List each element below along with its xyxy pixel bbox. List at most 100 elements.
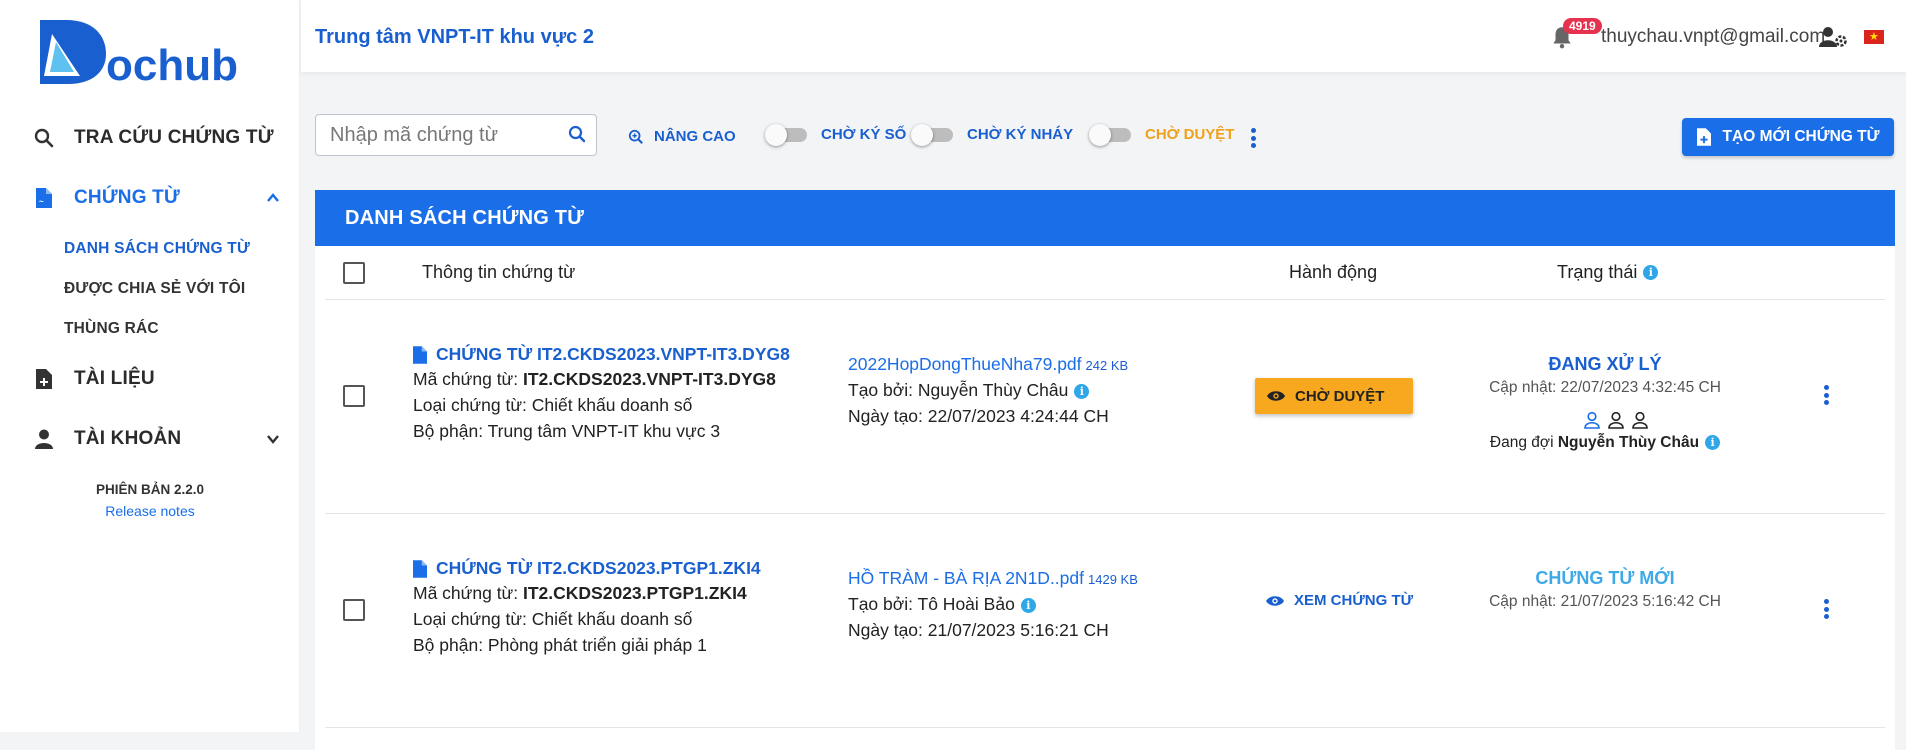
attachment-link[interactable]: 2022HopDongThueNha79.pdf 242 KB xyxy=(848,354,1128,375)
attachment-link[interactable]: HỒ TRÀM - BÀ RỊA 2N1D..pdf 1429 KB xyxy=(848,568,1138,589)
select-all-checkbox[interactable] xyxy=(343,262,365,284)
pdf-file-icon xyxy=(413,559,427,578)
svg-text:ochub: ochub xyxy=(106,41,238,86)
table-row: CHỨNG TỪ IT2.CKDS2023.PTGP1.ZKI4 Mã chứn… xyxy=(325,514,1885,728)
toggle-digital-sign-switch[interactable] xyxy=(765,123,807,146)
chevron-up-icon xyxy=(267,193,279,202)
dochub-logo[interactable]: ochub xyxy=(36,14,246,86)
user-outline-icon[interactable] xyxy=(1583,411,1601,429)
sub-trash[interactable]: THÙNG RÁC xyxy=(64,320,159,338)
document-title-link[interactable]: CHỨNG TỪ IT2.CKDS2023.PTGP1.ZKI4 xyxy=(413,558,761,579)
nav-lookup-label: TRA CỨU CHỨNG TỪ xyxy=(74,127,274,148)
chevron-down-icon xyxy=(267,435,279,444)
document-code: Mã chứng từ: IT2.CKDS2023.PTGP1.ZKI4 xyxy=(413,583,747,603)
document-title: CHỨNG TỪ IT2.CKDS2023.PTGP1.ZKI4 xyxy=(436,558,761,578)
nav-files[interactable]: TÀI LIỆU xyxy=(32,367,155,391)
pdf-file-icon xyxy=(413,345,427,364)
document-department: Bộ phận: Phòng phát triển giải pháp 1 xyxy=(413,635,707,655)
toggle-approve-label: CHỜ DUYỆT xyxy=(1145,126,1235,143)
info-icon[interactable]: i xyxy=(1643,265,1659,280)
svg-text:~: ~ xyxy=(39,197,44,206)
row-checkbox[interactable] xyxy=(343,599,365,621)
create-document-label: TẠO MỚI CHỨNG TỪ xyxy=(1722,128,1880,145)
notification-badge: 4919 xyxy=(1563,18,1602,34)
view-document-label: XEM CHỨNG TỪ xyxy=(1294,592,1414,609)
advanced-search-button[interactable]: NÂNG CAO xyxy=(628,128,736,145)
toolbar: NÂNG CAO CHỜ KÝ SỐ CHỜ KÝ NHÁY CHỜ DUYỆT… xyxy=(301,72,1906,190)
zoom-in-icon xyxy=(628,129,643,144)
user-settings-icon[interactable] xyxy=(1819,26,1847,48)
user-outline-icon[interactable] xyxy=(1607,411,1625,429)
version-label: PHIÊN BẢN 2.2.0 xyxy=(95,482,205,497)
search-box xyxy=(315,114,597,156)
created-by: Tạo bởi: Tô Hoài Bảo i xyxy=(848,594,1036,615)
nav-account-label: TÀI KHOẢN xyxy=(74,428,182,449)
vietnam-flag-icon[interactable]: ★ xyxy=(1864,30,1884,44)
status-block: ĐANG XỬ LÝ Cập nhật: 22/07/2023 4:32:45 … xyxy=(1455,354,1755,397)
document-title-link[interactable]: CHỨNG TỪ IT2.CKDS2023.VNPT-IT3.DYG8 xyxy=(413,344,790,365)
document-code: Mã chứng từ: IT2.CKDS2023.VNPT-IT3.DYG8 xyxy=(413,369,776,389)
info-icon[interactable]: i xyxy=(1020,598,1036,613)
row-checkbox[interactable] xyxy=(343,385,365,407)
status-updated: Cập nhật: 22/07/2023 4:32:45 CH xyxy=(1489,379,1721,396)
user-icon xyxy=(32,427,56,451)
more-filters-icon[interactable] xyxy=(1250,128,1256,148)
waiting-for: Đang đợi Nguyễn Thùy Châu i xyxy=(1455,434,1755,452)
toggle-digital-sign-label: CHỜ KÝ SỐ xyxy=(821,126,907,143)
toggle-initial-sign-label: CHỜ KÝ NHÁY xyxy=(967,126,1074,143)
file-size: 1429 KB xyxy=(1088,572,1138,587)
document-type: Loại chứng từ: Chiết khấu doanh số xyxy=(413,609,693,629)
created-at: Ngày tạo: 21/07/2023 5:16:21 CH xyxy=(848,620,1109,640)
file-plus-icon xyxy=(32,367,56,391)
toggle-digital-sign[interactable]: CHỜ KÝ SỐ xyxy=(765,123,907,146)
document-title: CHỨNG TỪ IT2.CKDS2023.VNPT-IT3.DYG8 xyxy=(436,344,790,364)
sub-document-list[interactable]: DANH SÁCH CHỨNG TỪ xyxy=(64,240,250,258)
col-info-header: Thông tin chứng từ xyxy=(422,262,576,282)
file-size: 242 KB xyxy=(1085,358,1129,373)
top-bar: Trung tâm VNPT-IT khu vực 2 4919 thuycha… xyxy=(301,0,1906,72)
document-list-panel: DANH SÁCH CHỨNG TỪ Thông tin chứng từ Hà… xyxy=(315,190,1895,750)
user-outline-icon[interactable] xyxy=(1631,411,1649,429)
pending-approval-button[interactable]: CHỜ DUYỆT xyxy=(1255,378,1413,414)
created-at: Ngày tạo: 22/07/2023 4:24:44 CH xyxy=(848,406,1109,426)
toggle-initial-sign-switch[interactable] xyxy=(911,123,953,146)
nav-account[interactable]: TÀI KHOẢN xyxy=(32,427,282,451)
nav-lookup[interactable]: TRA CỨU CHỨNG TỪ xyxy=(32,126,274,150)
table-row: CHỨNG TỪ IT2.CKDS2023.VNPT-IT3.DYG8 Mã c… xyxy=(325,300,1885,514)
info-icon[interactable]: i xyxy=(1074,384,1090,399)
search-icon xyxy=(32,126,56,150)
advanced-search-label: NÂNG CAO xyxy=(654,128,736,145)
row-menu-icon[interactable] xyxy=(1823,599,1829,619)
status-label: ĐANG XỬ LÝ xyxy=(1548,354,1662,374)
create-document-button[interactable]: TẠO MỚI CHỨNG TỪ xyxy=(1682,118,1894,156)
eye-icon xyxy=(1267,391,1285,401)
col-status-header: Trạng thái i xyxy=(1557,262,1659,283)
toggle-approve[interactable]: CHỜ DUYỆT xyxy=(1089,123,1235,146)
search-icon[interactable] xyxy=(568,125,586,143)
nav-documents-label: CHỨNG TỪ xyxy=(74,187,180,208)
row-menu-icon[interactable] xyxy=(1823,385,1829,405)
document-type: Loại chứng từ: Chiết khấu doanh số xyxy=(413,395,693,415)
view-document-button[interactable]: XEM CHỨNG TỪ xyxy=(1266,592,1413,609)
toggle-approve-switch[interactable] xyxy=(1089,123,1131,146)
toggle-initial-sign[interactable]: CHỜ KÝ NHÁY xyxy=(911,123,1074,146)
col-action-header: Hành động xyxy=(1289,262,1378,282)
sub-shared-with-me[interactable]: ĐƯỢC CHIA SẺ VỚI TÔI xyxy=(64,280,245,298)
info-icon[interactable]: i xyxy=(1705,435,1721,450)
nav-files-label: TÀI LIỆU xyxy=(74,368,155,389)
table-header: Thông tin chứng từ Hành động Trạng thái … xyxy=(325,246,1885,300)
nav-documents[interactable]: ~ CHỨNG TỪ xyxy=(32,186,282,210)
signer-list xyxy=(1583,411,1649,429)
pending-approval-label: CHỜ DUYỆT xyxy=(1295,387,1385,405)
col-status-label: Trạng thái xyxy=(1557,262,1638,282)
status-block: CHỨNG TỪ MỚI Cập nhật: 21/07/2023 5:16:4… xyxy=(1455,568,1755,611)
organization-title: Trung tâm VNPT-IT khu vực 2 xyxy=(315,26,594,48)
sidebar: ochub TRA CỨU CHỨNG TỪ ~ CHỨNG TỪ DANH S… xyxy=(0,0,300,732)
search-input[interactable] xyxy=(316,115,546,155)
panel-title: DANH SÁCH CHỨNG TỪ xyxy=(315,190,1895,246)
document-department: Bộ phận: Trung tâm VNPT-IT khu vực 3 xyxy=(413,421,721,441)
release-notes-link[interactable]: Release notes xyxy=(0,503,300,519)
pdf-file-icon: ~ xyxy=(32,186,56,210)
user-email[interactable]: thuychau.vnpt@gmail.com xyxy=(1601,26,1825,48)
status-label: CHỨNG TỪ MỚI xyxy=(1535,568,1675,588)
